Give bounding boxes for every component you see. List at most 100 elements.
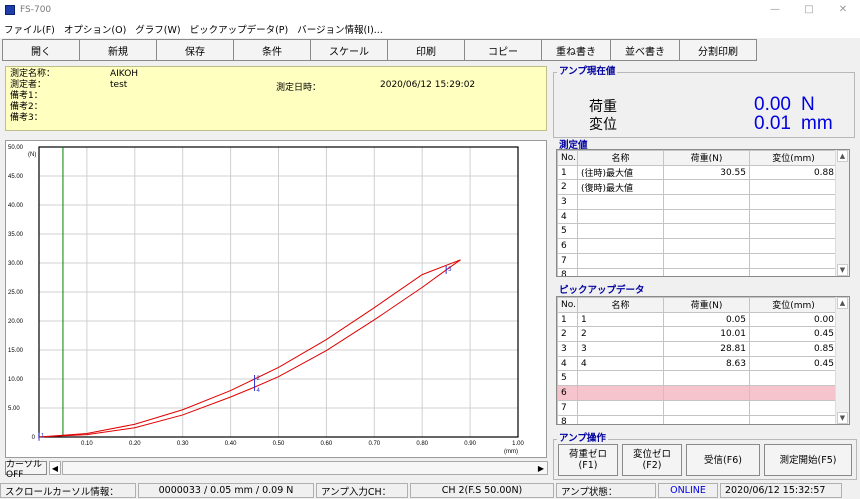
maximize-button[interactable]: □ (792, 0, 826, 19)
conditions-button[interactable]: 条件 (233, 39, 311, 61)
measurement-info-panel: 測定名称： AIKOH 測定者： test 測定日時： 2020/06/12 1… (5, 66, 547, 131)
table-cell: (往時)最大値 (577, 164, 664, 181)
table-cell (577, 208, 664, 225)
table-row[interactable]: 8 (557, 414, 838, 424)
series-line (38, 259, 461, 438)
toolbar: 開く 新規 保存 条件 スケール 印刷 コピー 重ね書き 並べ書き 分割印刷 (2, 39, 858, 61)
table-row[interactable]: 1 1 0.05 0.00 (557, 311, 838, 328)
scroll-cursor-label: スクロールカーソル情報： (0, 483, 136, 498)
table-cell: 8.63 (663, 355, 750, 372)
table-cell: 30.55 (663, 164, 750, 181)
table-cell (577, 370, 664, 387)
operator-label: 測定者： (10, 80, 47, 90)
m-header: 荷重(N) (663, 150, 750, 166)
load-displacement-chart[interactable]: 0.10 0.20 0.30 0.40 0.50 0.60 0.70 0.80 0.90 1.00… (5, 140, 547, 458)
zero-load-button[interactable]: 荷重ゼロ (F1) (558, 444, 618, 476)
menu-file[interactable]: ファイル(F) (4, 22, 55, 36)
chart-svg: 0.10 0.20 0.30 0.40 0.50 0.60 0.70 0.80 0.90 1.00… (8, 145, 524, 455)
table-cell: 2 (557, 179, 578, 196)
scroll-up-icon[interactable]: ▲ (837, 297, 848, 309)
start-measure-button[interactable]: 測定開始(F5) (764, 444, 852, 476)
table-cell: 0.85 (749, 341, 838, 357)
pickup-label: 4 (257, 388, 261, 394)
name-value: AIKOH (110, 69, 139, 79)
copy-button[interactable]: コピー (464, 39, 542, 61)
disp-unit: mm (801, 113, 833, 134)
scroll-left-icon[interactable]: ◀ (49, 461, 61, 475)
table-cell (663, 223, 750, 240)
disp-value: 0.01 (754, 113, 791, 134)
menu-option[interactable]: オプション(O) (64, 22, 126, 36)
minimize-button[interactable]: — (758, 0, 792, 19)
table-cell (663, 267, 750, 276)
table-row[interactable]: 2 2 10.01 0.45 (557, 326, 838, 343)
m-header: 変位(mm) (749, 150, 838, 166)
table-cell: 7 (557, 399, 578, 416)
side-by-side-button[interactable]: 並べ書き (610, 39, 680, 61)
cursor-toggle-button[interactable]: カーソル OFF (5, 460, 47, 480)
title-bar: FS-700 — □ ✕ (0, 0, 860, 19)
table-cell (749, 385, 838, 401)
receive-button[interactable]: 受信(F6) (686, 444, 760, 476)
date-label: 測定日時： (276, 83, 322, 93)
chart-hscrollbar[interactable]: ▶ (62, 461, 548, 475)
measured-table: No. 名称 荷重(N) 変位(mm) 1 (往時)最大値 30.55 0.88 2 (復時)最… (556, 149, 850, 277)
menu-version[interactable]: バージョン情報(I)... (297, 22, 383, 36)
split-print-button[interactable]: 分割印刷 (679, 39, 757, 61)
zero-disp-button[interactable]: 変位ゼロ (F2) (622, 444, 682, 476)
table-cell: 3 (577, 341, 664, 357)
menu-graph[interactable]: グラフ(W) (135, 22, 180, 36)
measured-scrollbar[interactable]: ▲ ▼ (835, 150, 849, 276)
print-button[interactable]: 印刷 (387, 39, 465, 61)
p-header: No. (557, 297, 578, 313)
table-cell: 4 (557, 355, 578, 372)
table-cell (577, 238, 664, 254)
open-button[interactable]: 開く (2, 39, 80, 61)
x-tick-label: 0.70 (368, 441, 380, 447)
new-button[interactable]: 新規 (79, 39, 157, 61)
scale-button[interactable]: スケール (310, 39, 388, 61)
table-cell: 0.45 (749, 326, 838, 343)
table-row[interactable]: 3 (557, 194, 838, 210)
pickup-scrollbar[interactable]: ▲ ▼ (835, 297, 849, 424)
overlay-button[interactable]: 重ね書き (541, 39, 611, 61)
table-row[interactable]: 8 (557, 267, 838, 276)
window-title: FS-700 (20, 4, 52, 15)
menu-pickup[interactable]: ピックアップデータ(P) (190, 22, 289, 36)
table-cell (577, 252, 664, 269)
scroll-right-icon[interactable]: ▶ (535, 462, 547, 474)
table-cell (749, 238, 838, 254)
scroll-down-icon[interactable]: ▼ (837, 412, 848, 424)
scroll-down-icon[interactable]: ▼ (837, 264, 848, 276)
table-cell (663, 399, 750, 416)
amp-state-value: ONLINE (658, 483, 718, 498)
save-button[interactable]: 保存 (156, 39, 234, 61)
x-axis-label: (mm) (504, 449, 518, 455)
table-row[interactable]: 4 4 8.63 0.45 (557, 355, 838, 372)
y-tick-label: 45.00 (8, 174, 24, 180)
table-row[interactable]: 5 (557, 370, 838, 387)
table-row[interactable]: 6 (557, 385, 838, 401)
table-cell (577, 414, 664, 424)
table-cell: 1 (557, 311, 578, 328)
table-row[interactable]: 2 (復時)最大値 (557, 179, 838, 196)
close-button[interactable]: ✕ (826, 0, 860, 19)
table-cell (577, 223, 664, 240)
table-row[interactable]: 7 (557, 399, 838, 416)
amp-ops-title: アンプ操作 (557, 433, 608, 444)
table-row[interactable]: 5 (557, 223, 838, 240)
table-row[interactable]: 4 (557, 208, 838, 225)
table-cell: 5 (557, 370, 578, 387)
table-cell: 3 (557, 194, 578, 210)
table-row[interactable]: 1 (往時)最大値 30.55 0.88 (557, 164, 838, 181)
p-header: 変位(mm) (749, 297, 838, 313)
amp-ch-label: アンプ入力CH： (316, 483, 408, 498)
table-row[interactable]: 3 3 28.81 0.85 (557, 341, 838, 357)
y-axis-label: (N) (28, 152, 36, 158)
y-tick-label: 25.00 (8, 290, 24, 296)
table-cell (663, 179, 750, 196)
table-row[interactable]: 6 (557, 238, 838, 254)
table-row[interactable]: 7 (557, 252, 838, 269)
scroll-up-icon[interactable]: ▲ (837, 150, 848, 162)
table-cell: 7 (557, 252, 578, 269)
